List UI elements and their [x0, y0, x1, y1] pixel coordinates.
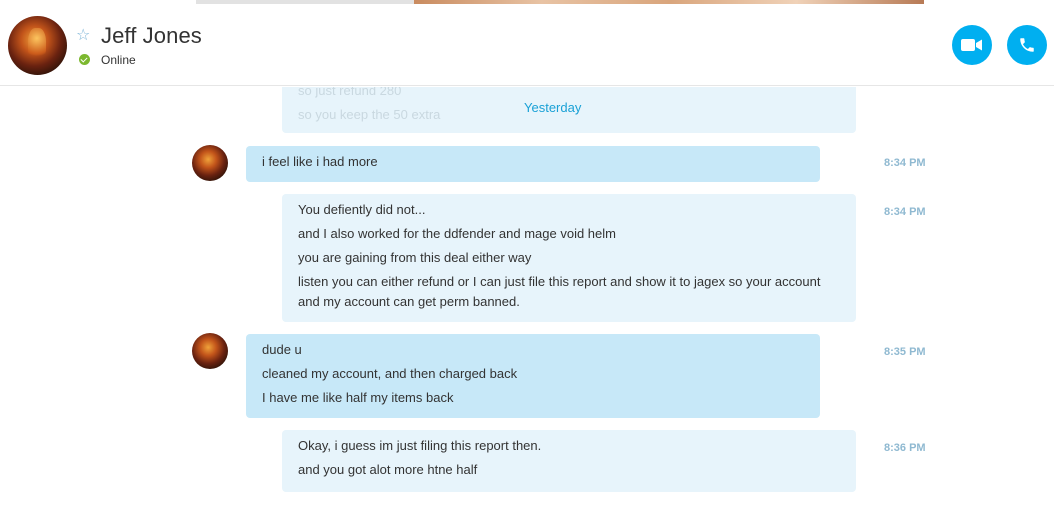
message-timestamp: 8:34 PM [884, 206, 926, 218]
faded-line: so just refund 280 [298, 87, 402, 98]
message-line: i feel like i had more [262, 154, 378, 169]
message-line: and my account can get perm banned. [298, 294, 520, 309]
message-line: and you got alot more htne half [298, 462, 478, 477]
contact-name[interactable]: Jeff Jones [101, 23, 202, 49]
online-status-icon [79, 54, 90, 65]
contact-message-avatar[interactable] [192, 145, 228, 181]
faded-line: so you keep the 50 extra [298, 107, 441, 122]
message-line: Okay, i guess im just filing this report… [298, 438, 542, 453]
message-timestamp: 8:36 PM [884, 442, 926, 454]
message-line: cleaned my account, and then charged bac… [262, 366, 518, 381]
message-bubble-contact[interactable]: i feel like i had more [246, 146, 820, 182]
video-call-button[interactable] [952, 25, 992, 65]
contact-avatar[interactable] [8, 16, 67, 75]
message-line: listen you can either refund or I can ju… [298, 274, 821, 289]
message-timestamp: 8:35 PM [884, 346, 926, 358]
conversation-area[interactable]: so just refund 280 so you keep the 50 ex… [0, 87, 1054, 523]
contact-status: Online [101, 53, 136, 67]
video-camera-icon [961, 39, 982, 51]
star-outline-icon[interactable]: ☆ [76, 27, 92, 43]
chat-header: ☆ Jeff Jones Online [0, 0, 1054, 86]
message-line: You defiently did not... [298, 202, 426, 217]
message-timestamp: 8:34 PM [884, 157, 926, 169]
date-divider: Yesterday [522, 100, 584, 115]
header-banner-strip [196, 0, 924, 4]
message-bubble-self[interactable]: Okay, i guess im just filing this report… [282, 430, 856, 492]
message-line: dude u [262, 342, 302, 357]
message-bubble-self[interactable]: You defiently did not... and I also work… [282, 194, 856, 322]
message-bubble-contact[interactable]: dude u cleaned my account, and then char… [246, 334, 820, 418]
phone-icon [1020, 38, 1034, 52]
voice-call-button[interactable] [1007, 25, 1047, 65]
message-line: you are gaining from this deal either wa… [298, 250, 532, 265]
contact-message-avatar[interactable] [192, 333, 228, 369]
message-line: and I also worked for the ddfender and m… [298, 226, 616, 241]
banner-photo [414, 0, 924, 4]
message-line: I have me like half my items back [262, 390, 454, 405]
